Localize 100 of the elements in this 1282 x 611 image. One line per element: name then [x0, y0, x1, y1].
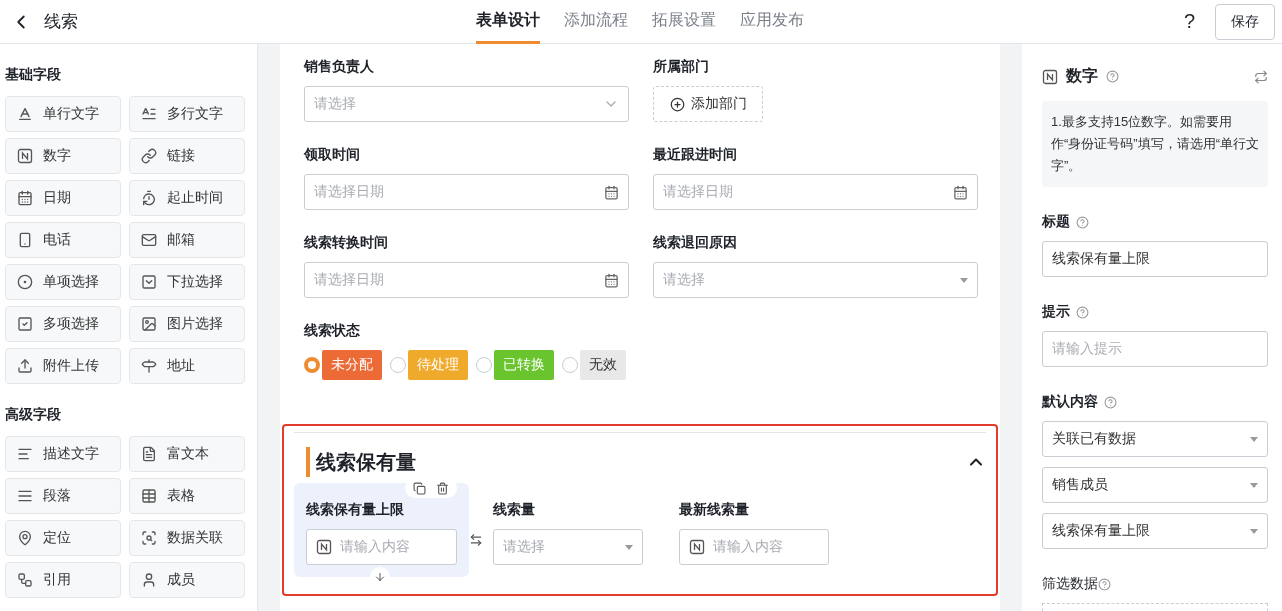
field-type-button[interactable]: 下拉选择 [129, 264, 245, 300]
field-type-button[interactable]: 单行文字 [5, 96, 121, 132]
help-icon[interactable] [1098, 577, 1111, 591]
multiline-text-icon [141, 106, 157, 122]
field-type-button[interactable]: 数据关联 [129, 520, 245, 556]
property-label: 提示 [1042, 303, 1070, 321]
field-label: 最新线索量 [679, 501, 750, 519]
calendar-icon [953, 184, 968, 200]
field-type-button[interactable]: 电话 [5, 222, 121, 258]
calendar-icon [604, 184, 619, 200]
radio-button[interactable] [304, 357, 320, 373]
calendar-icon [17, 190, 33, 206]
field-label: 线索保有量上限 [306, 501, 405, 519]
field-type-button[interactable]: 单项选择 [5, 264, 121, 300]
status-tag: 无效 [580, 350, 626, 380]
dropdown-icon [141, 274, 157, 290]
field-type-button[interactable]: 富文本 [129, 436, 245, 472]
image-icon [141, 316, 157, 332]
radio-button[interactable] [390, 357, 406, 373]
field-type-button[interactable]: 描述文字 [5, 436, 121, 472]
field-type-button[interactable]: 多行文字 [129, 96, 245, 132]
phone-icon [17, 232, 33, 248]
field-type-button[interactable]: 段落 [5, 478, 121, 514]
help-icon[interactable]: ? [1183, 10, 1195, 33]
paragraph-icon [17, 488, 33, 504]
field-type-button[interactable]: 附件上传 [5, 348, 121, 384]
arrow-down-icon [374, 571, 386, 583]
field-label: 线索量 [493, 501, 536, 519]
timer-icon [141, 190, 157, 206]
help-icon[interactable] [1104, 395, 1117, 409]
property-label: 默认内容 [1042, 393, 1098, 411]
field-label: 最近跟进时间 [653, 146, 738, 164]
radio-button[interactable] [562, 357, 578, 373]
field-type-button[interactable]: 定位 [5, 520, 121, 556]
status-tag: 待处理 [408, 350, 468, 380]
field-label: 所属部门 [653, 58, 710, 76]
lines-icon [17, 446, 33, 462]
copy-icon[interactable] [413, 482, 426, 495]
link-icon [141, 148, 157, 164]
number-icon [689, 539, 705, 555]
add-department-button[interactable]: 添加部门 [653, 86, 763, 122]
tab[interactable]: 拓展设置 [652, 0, 716, 44]
text-icon [17, 106, 33, 122]
plus-icon [669, 96, 685, 112]
field-type-button[interactable]: 表格 [129, 478, 245, 514]
select-field[interactable]: 关联已有数据 [1042, 421, 1268, 457]
swap-icon[interactable] [469, 533, 483, 547]
save-button[interactable]: 保存 [1215, 3, 1275, 40]
user-icon [141, 572, 157, 588]
switch-icon[interactable] [1254, 69, 1268, 84]
select-field[interactable]: 线索保有量上限 [1042, 513, 1268, 549]
field-type-button[interactable]: 多项选择 [5, 306, 121, 342]
property-label: 标题 [1042, 213, 1070, 231]
form-field[interactable]: 线索量 请选择 [481, 483, 643, 577]
field-type-button[interactable]: 日期 [5, 180, 121, 216]
number-icon [1042, 68, 1058, 85]
tab[interactable]: 应用发布 [740, 0, 804, 44]
help-icon[interactable] [1076, 305, 1089, 319]
help-icon[interactable] [1106, 70, 1119, 83]
caret-icon [1250, 436, 1258, 442]
number-icon [17, 148, 33, 164]
group-title: 高级字段 [5, 406, 62, 424]
location-pin-icon [17, 530, 33, 546]
number-icon [316, 539, 332, 555]
table-icon [141, 488, 157, 504]
mail-icon [141, 232, 157, 248]
calendar-icon [604, 272, 619, 288]
document-icon [141, 446, 157, 462]
caret-icon [1250, 528, 1258, 534]
info-note: 1.最多支持15位数字。如需要用作“身份证号码”填写，请选用“单行文字”。 [1042, 101, 1268, 187]
field-type-button[interactable]: 邮箱 [129, 222, 245, 258]
caret-icon [960, 277, 968, 283]
tab[interactable]: 添加流程 [564, 0, 628, 44]
select-field[interactable]: 销售成员 [1042, 467, 1268, 503]
upload-icon [17, 358, 33, 374]
panel-title: 数字 [1066, 66, 1098, 86]
status-tag: 已转换 [494, 350, 554, 380]
field-type-button[interactable]: 起止时间 [129, 180, 245, 216]
field-label: 线索状态 [304, 322, 361, 340]
radio-icon [17, 274, 33, 290]
field-type-button[interactable]: 链接 [129, 138, 245, 174]
field-label: 线索转换时间 [304, 234, 389, 252]
field-type-button[interactable]: 引用 [5, 562, 121, 598]
radio-button[interactable] [476, 357, 492, 373]
scan-search-icon [141, 530, 157, 546]
title-field[interactable]: 线索保有量上限 [1042, 241, 1268, 277]
field-label: 线索退回原因 [653, 234, 738, 252]
help-icon[interactable] [1076, 215, 1089, 229]
field-label: 销售负责人 [304, 58, 375, 76]
checkbox-icon [17, 316, 33, 332]
field-type-button[interactable]: 成员 [129, 562, 245, 598]
field-type-button[interactable]: 数字 [5, 138, 121, 174]
field-type-button[interactable]: 地址 [129, 348, 245, 384]
field-label: 领取时间 [304, 146, 361, 164]
field-type-button[interactable]: 图片选择 [129, 306, 245, 342]
trash-icon[interactable] [436, 482, 449, 495]
group-title: 基础字段 [5, 66, 62, 84]
property-label: 筛选数据 [1042, 575, 1098, 593]
caret-icon [1250, 482, 1258, 488]
form-field[interactable]: 最新线索量 请输入内容 [667, 483, 829, 577]
